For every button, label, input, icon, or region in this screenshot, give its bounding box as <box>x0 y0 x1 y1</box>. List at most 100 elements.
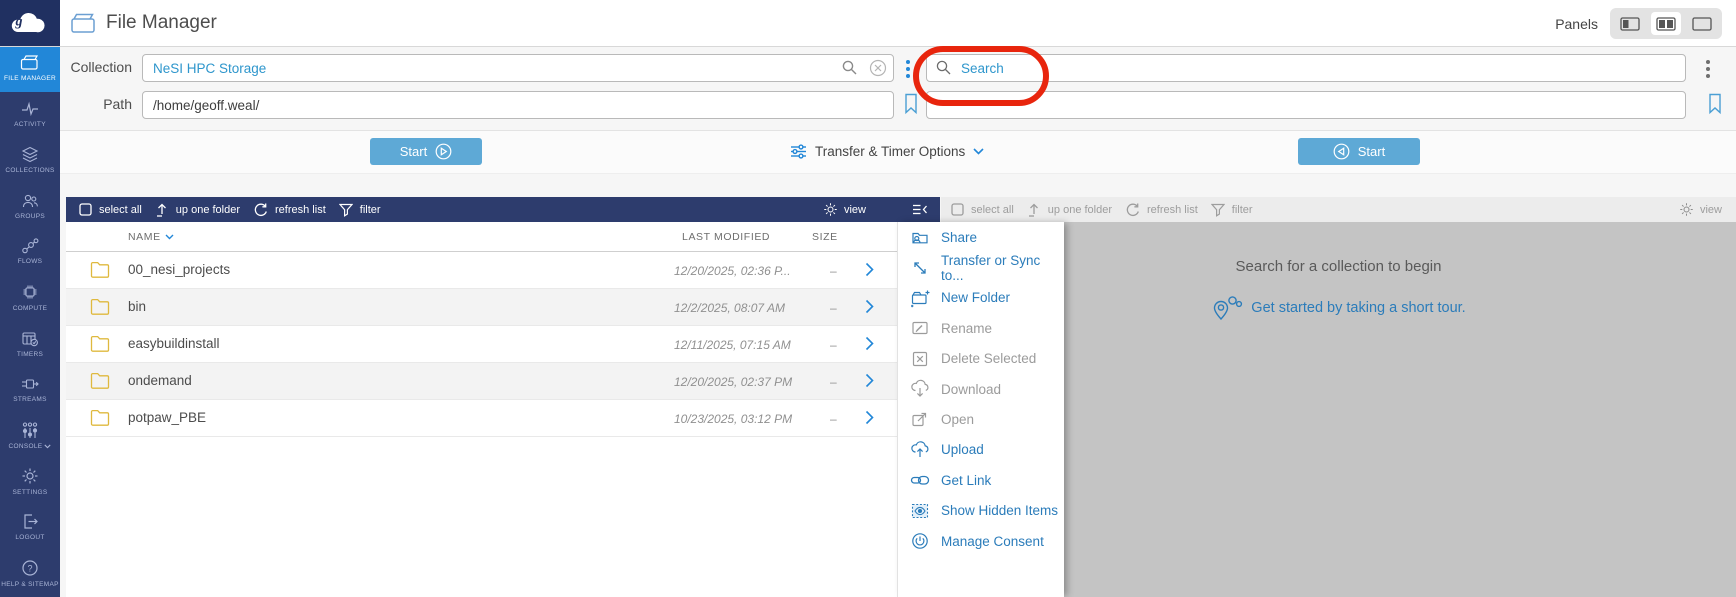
up-arrow-icon <box>1028 203 1038 217</box>
collapse-panel-button[interactable] <box>912 203 928 216</box>
help-icon: ? <box>22 560 38 576</box>
filter-button[interactable]: filter <box>338 203 381 217</box>
menu-item-transfer-or-sync[interactable]: Transfer or Sync to... <box>898 252 1064 283</box>
menu-item-manage-consent[interactable]: Manage Consent <box>898 526 1064 556</box>
sidebar-item-logout[interactable]: LOGOUT <box>0 505 60 551</box>
refresh-list-button[interactable]: refresh list <box>253 202 326 217</box>
collection-search-icon[interactable] <box>841 59 858 76</box>
link-icon <box>910 476 930 485</box>
refresh-icon <box>254 203 267 217</box>
file-context-menu: Share Transfer or Sync to... New Folder … <box>897 222 1064 597</box>
panel-layout-split-button[interactable] <box>1651 12 1681 35</box>
download-cloud-icon <box>911 379 929 397</box>
delete-icon <box>912 351 928 366</box>
sidebar-item-groups[interactable]: GROUPS <box>0 184 60 230</box>
file-list-panel: NAME LAST MODIFIED SIZE 00_nesi_projects… <box>66 222 940 597</box>
up-one-folder-button[interactable]: up one folder <box>155 202 240 217</box>
menu-item-open[interactable]: Open <box>898 404 1064 434</box>
view-gear-icon <box>824 203 837 216</box>
path-input-right[interactable] <box>926 91 1686 119</box>
column-header-size[interactable]: SIZE <box>812 231 838 243</box>
collection-search-input-right[interactable] <box>926 54 1686 82</box>
page-title: File Manager <box>106 12 217 33</box>
column-header-name[interactable]: NAME <box>128 231 174 243</box>
table-row[interactable]: easybuildinstall 12/11/2025, 07:15 AM – <box>66 326 940 363</box>
sidebar-item-flows[interactable]: FLOWS <box>0 230 60 276</box>
menu-item-delete-selected[interactable]: Delete Selected <box>898 344 1064 374</box>
collection-input-left[interactable] <box>142 54 894 82</box>
table-row[interactable]: ondemand 12/20/2025, 02:37 PM – <box>66 363 940 400</box>
menu-item-new-folder[interactable]: New Folder <box>898 283 1064 313</box>
folder-icon <box>90 335 110 352</box>
select-all-button-right[interactable]: select all <box>951 203 1014 216</box>
transfer-timer-options[interactable]: Transfer & Timer Options <box>790 138 984 165</box>
filter-button-right[interactable]: filter <box>1210 203 1253 217</box>
play-right-icon <box>435 143 452 160</box>
filter-funnel-icon <box>338 203 353 217</box>
row-chevron-icon[interactable] <box>865 410 874 425</box>
sidebar-item-console[interactable]: CONSOLE <box>0 413 60 459</box>
view-button-left[interactable]: view <box>823 202 866 217</box>
refresh-list-button-right[interactable]: refresh list <box>1125 202 1198 217</box>
table-row[interactable]: 00_nesi_projects 12/20/2025, 02:36 P... … <box>66 252 940 289</box>
bookmark-icon-right[interactable] <box>1707 93 1723 115</box>
select-all-button[interactable]: select all <box>79 203 142 216</box>
collection-field-right <box>926 54 1686 82</box>
path-field-left <box>142 91 894 119</box>
start-transfer-right-button[interactable]: Start <box>1298 138 1420 165</box>
menu-item-rename[interactable]: Rename <box>898 313 1064 343</box>
sidebar-item-streams[interactable]: STREAMS <box>0 367 60 413</box>
path-input-left[interactable] <box>142 91 894 119</box>
up-one-folder-button-right[interactable]: up one folder <box>1027 202 1112 217</box>
svg-text:?: ? <box>27 563 32 573</box>
table-row[interactable]: potpaw_PBE 10/23/2025, 03:12 PM – <box>66 400 940 437</box>
column-header-last-modified[interactable]: LAST MODIFIED <box>682 231 770 243</box>
sidebar-item-settings[interactable]: SETTINGS <box>0 459 60 505</box>
start-transfer-left-button[interactable]: Start <box>370 138 482 165</box>
collection-menu-dots-left[interactable] <box>906 58 910 80</box>
globus-logo[interactable]: g <box>0 0 60 46</box>
panel-layout-single-collapsed-button[interactable] <box>1615 12 1645 35</box>
menu-item-download[interactable]: Download <box>898 374 1064 404</box>
row-chevron-icon[interactable] <box>865 336 874 351</box>
consent-power-icon <box>912 533 928 549</box>
play-left-icon <box>1333 143 1350 160</box>
collection-label: Collection <box>70 59 132 75</box>
sidebar-item-compute[interactable]: COMPUTE <box>0 276 60 322</box>
layers-icon <box>21 146 39 163</box>
panel-layout-single-button[interactable] <box>1687 12 1717 35</box>
view-button-right[interactable]: view <box>1679 202 1722 217</box>
sidebar-item-timers[interactable]: TIMERS <box>0 322 60 368</box>
folder-icon <box>90 298 110 315</box>
sidebar-item-collections[interactable]: COLLECTIONS <box>0 138 60 184</box>
sidebar-item-help-sitemap[interactable]: ? HELP & SITEMAP <box>0 551 60 597</box>
file-toolbar-right: select all up one folder refresh list fi… <box>941 197 1736 222</box>
table-row[interactable]: bin 12/2/2025, 08:07 AM – <box>66 289 940 326</box>
sidebar-item-activity[interactable]: ACTIVITY <box>0 92 60 138</box>
menu-item-upload[interactable]: Upload <box>898 435 1064 465</box>
row-chevron-icon[interactable] <box>865 299 874 314</box>
sidebar: FILE MANAGER ACTIVITY COLLECTIONS GROUPS… <box>0 46 60 597</box>
checkbox-icon <box>79 203 92 216</box>
menu-item-share[interactable]: Share <box>898 222 1064 252</box>
flows-icon <box>22 238 39 254</box>
view-gear-icon <box>1680 203 1693 216</box>
panel-layout-group <box>1610 8 1722 39</box>
sliders-icon <box>791 144 806 159</box>
menu-item-get-link[interactable]: Get Link <box>898 465 1064 495</box>
sidebar-item-file-manager[interactable]: FILE MANAGER <box>0 46 60 92</box>
row-chevron-icon[interactable] <box>865 262 874 277</box>
upload-cloud-icon <box>911 441 929 457</box>
collection-clear-icon[interactable] <box>869 59 887 77</box>
tour-pin-icon <box>1214 296 1243 321</box>
path-label: Path <box>103 96 132 112</box>
table-header: NAME LAST MODIFIED SIZE <box>66 222 940 252</box>
bookmark-icon-left[interactable] <box>903 93 919 115</box>
collection-menu-dots-right[interactable] <box>1706 58 1710 80</box>
folder-icon <box>20 55 39 70</box>
file-toolbar-left: select all up one folder refresh list fi… <box>66 197 940 222</box>
row-chevron-icon[interactable] <box>865 373 874 388</box>
menu-item-show-hidden-items[interactable]: Show Hidden Items <box>898 496 1064 526</box>
calendar-check-icon <box>22 332 38 347</box>
activity-icon <box>22 101 38 116</box>
